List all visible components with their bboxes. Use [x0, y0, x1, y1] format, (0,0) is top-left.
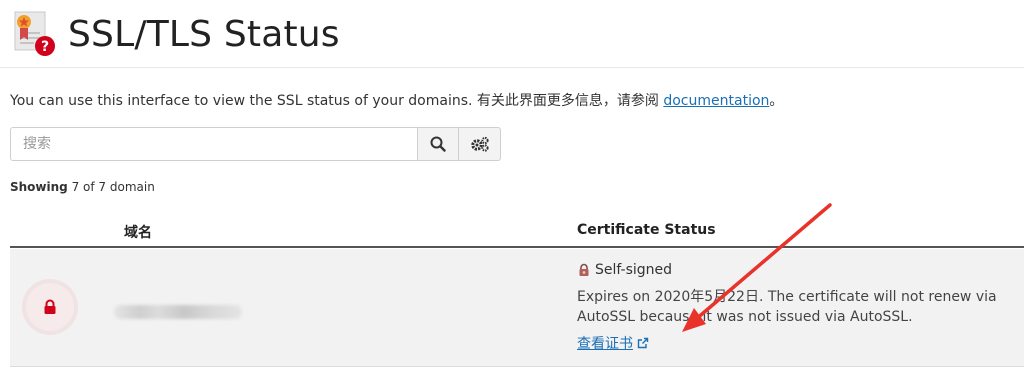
- search-button[interactable]: [417, 127, 459, 161]
- showing-count-text: 7 of 7 domain: [71, 180, 155, 194]
- domain-name-redacted[interactable]: [114, 305, 242, 319]
- lock-status-badge: [26, 283, 74, 331]
- gears-icon: [470, 136, 489, 152]
- view-certificate-label: 查看证书: [577, 336, 633, 352]
- certificate-warning-icon: ?: [14, 11, 55, 56]
- page-header: ? SSL/TLS Status: [0, 0, 1024, 68]
- svg-text:?: ?: [41, 39, 49, 55]
- certificate-status: Self-signed: [577, 262, 672, 278]
- showing-count: Showing 7 of 7 domain: [10, 180, 155, 194]
- intro-description: You can use this interface to view the S…: [10, 93, 664, 109]
- self-signed-icon: [579, 263, 589, 276]
- expiry-description: Expires on 2020年5月22日. The certificate w…: [577, 289, 997, 325]
- table-header: 域名 Certificate Status: [10, 212, 1024, 248]
- documentation-link[interactable]: documentation: [663, 93, 769, 109]
- lock-icon: [44, 299, 56, 314]
- status-text: Self-signed: [595, 262, 673, 278]
- showing-label: Showing: [10, 180, 68, 194]
- intro-text: You can use this interface to view the S…: [10, 90, 783, 110]
- column-header-domain[interactable]: 域名: [124, 222, 152, 242]
- external-link-icon: [637, 337, 649, 349]
- search-bar: [10, 127, 501, 161]
- page-title: SSL/TLS Status: [68, 14, 340, 55]
- column-header-certificate-status[interactable]: Certificate Status: [577, 222, 716, 238]
- settings-button[interactable]: [459, 127, 501, 161]
- view-certificate-link[interactable]: 查看证书: [577, 333, 649, 353]
- intro-suffix: 。: [769, 93, 784, 109]
- search-icon: [430, 136, 446, 152]
- table-row: Self-signed Expires on 2020年5月22日. The c…: [10, 249, 1024, 367]
- search-input[interactable]: [10, 127, 417, 161]
